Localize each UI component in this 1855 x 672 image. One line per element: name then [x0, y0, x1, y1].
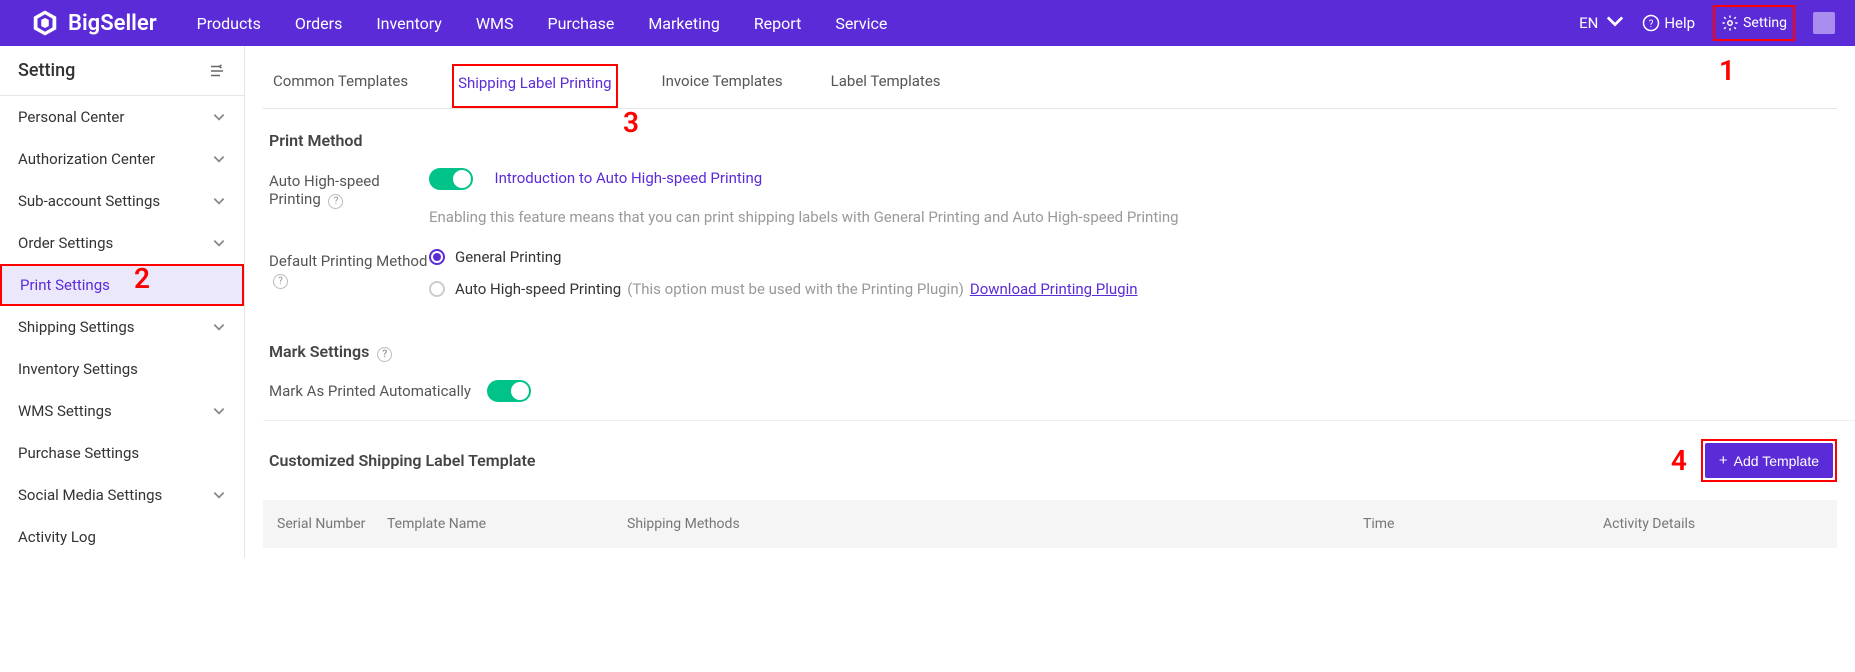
col-time: Time — [1363, 516, 1603, 532]
sidebar-item-label: Activity Log — [18, 528, 96, 546]
nav-purchase[interactable]: Purchase — [548, 14, 615, 33]
col-methods: Shipping Methods — [627, 516, 1363, 532]
template-table-header: Serial Number Template Name Shipping Met… — [263, 500, 1837, 548]
sidebar-item-label: Shipping Settings — [18, 318, 135, 336]
sidebar-title: Setting — [18, 60, 75, 81]
radio-icon — [429, 249, 445, 265]
sidebar-item-label: Social Media Settings — [18, 486, 162, 504]
divider — [263, 420, 1855, 421]
download-plugin-link[interactable]: Download Printing Plugin — [970, 280, 1138, 298]
mark-settings-title: Mark Settings — [269, 342, 369, 361]
help-icon: ? — [1642, 14, 1660, 32]
auto-printing-toggle[interactable] — [429, 168, 473, 190]
annotation-3: 3 — [623, 106, 639, 139]
svg-text:?: ? — [1649, 19, 1654, 30]
tab-label-templates[interactable]: Label Templates — [827, 64, 945, 108]
add-template-button[interactable]: + Add Template — [1705, 443, 1833, 478]
help-label: Help — [1664, 14, 1695, 32]
brand-icon — [30, 8, 60, 38]
settings-tabs: Common Templates Shipping Label Printing… — [263, 64, 1837, 109]
sidebar-item-inventory-settings[interactable]: Inventory Settings — [0, 348, 244, 390]
mark-auto-label: Mark As Printed Automatically — [269, 382, 471, 400]
radio-icon — [429, 281, 445, 297]
topbar-right: EN ? Help Setting — [1579, 5, 1835, 41]
chevron-down-icon — [1606, 12, 1624, 34]
sidebar-item-personal-center[interactable]: Personal Center — [0, 96, 244, 138]
collapse-icon[interactable] — [208, 62, 226, 80]
nav-service[interactable]: Service — [835, 14, 887, 33]
gear-icon — [1721, 14, 1739, 32]
annotation-2: 2 — [134, 262, 150, 295]
nav-wms[interactable]: WMS — [476, 14, 514, 33]
chevron-down-icon — [212, 488, 226, 502]
help-icon[interactable]: ? — [273, 274, 288, 289]
avatar[interactable] — [1813, 12, 1835, 34]
annotation-4: 4 — [1671, 444, 1687, 477]
sidebar-item-label: Sub-account Settings — [18, 192, 160, 210]
radio-label: General Printing — [455, 248, 561, 266]
print-method-title: Print Method — [269, 131, 1855, 150]
chevron-down-icon — [212, 110, 226, 124]
nav-marketing[interactable]: Marketing — [648, 14, 719, 33]
nav-inventory[interactable]: Inventory — [376, 14, 442, 33]
plus-icon: + — [1719, 452, 1728, 469]
col-serial: Serial Number — [277, 516, 387, 532]
radio-auto-printing[interactable]: Auto High-speed Printing (This option mu… — [429, 280, 1855, 298]
sidebar-item-label: Authorization Center — [18, 150, 155, 168]
lang-label: EN — [1579, 14, 1598, 32]
add-template-label: Add Template — [1734, 453, 1819, 469]
sidebar-item-subaccount-settings[interactable]: Sub-account Settings — [0, 180, 244, 222]
sidebar-item-shipping-settings[interactable]: Shipping Settings — [0, 306, 244, 348]
radio-general-printing[interactable]: General Printing — [429, 248, 1855, 266]
sidebar-item-label: WMS Settings — [18, 402, 112, 420]
chevron-down-icon — [212, 152, 226, 166]
mark-auto-toggle[interactable] — [487, 380, 531, 402]
sidebar-item-purchase-settings[interactable]: Purchase Settings — [0, 432, 244, 474]
sidebar-item-label: Print Settings — [20, 276, 110, 294]
sidebar-item-order-settings[interactable]: Order Settings — [0, 222, 244, 264]
col-details: Activity Details — [1603, 516, 1823, 532]
brand-text: BigSeller — [68, 11, 157, 36]
chevron-down-icon — [212, 236, 226, 250]
default-method-label: Default Printing Method — [269, 252, 427, 270]
nav-products[interactable]: Products — [197, 14, 261, 33]
sidebar-item-social-media-settings[interactable]: Social Media Settings — [0, 474, 244, 516]
auto-printing-desc: Enabling this feature means that you can… — [429, 208, 1855, 226]
sidebar: Setting Personal Center Authorization Ce… — [0, 46, 245, 558]
auto-printing-hint: (This option must be used with the Print… — [627, 280, 964, 298]
sidebar-item-label: Inventory Settings — [18, 360, 138, 378]
setting-label: Setting — [1743, 15, 1787, 31]
help-icon[interactable]: ? — [377, 347, 392, 362]
chevron-down-icon — [212, 404, 226, 418]
main-nav: Products Orders Inventory WMS Purchase M… — [197, 14, 1579, 33]
col-name: Template Name — [387, 516, 627, 532]
sidebar-item-print-settings[interactable]: Print Settings 2 — [0, 264, 244, 306]
topbar: BigSeller Products Orders Inventory WMS … — [0, 0, 1855, 46]
sidebar-item-label: Order Settings — [18, 234, 113, 252]
sidebar-item-label: Personal Center — [18, 108, 124, 126]
sidebar-item-activity-log[interactable]: Activity Log — [0, 516, 244, 558]
nav-report[interactable]: Report — [754, 14, 802, 33]
sidebar-item-wms-settings[interactable]: WMS Settings — [0, 390, 244, 432]
brand-logo[interactable]: BigSeller — [30, 8, 157, 38]
help-link[interactable]: ? Help — [1642, 14, 1695, 32]
radio-label: Auto High-speed Printing — [455, 280, 621, 298]
sidebar-item-authorization-center[interactable]: Authorization Center — [0, 138, 244, 180]
sidebar-header: Setting — [0, 46, 244, 96]
tab-shipping-label-printing[interactable]: Shipping Label Printing — [452, 64, 617, 108]
nav-orders[interactable]: Orders — [295, 14, 342, 33]
chevron-down-icon — [212, 320, 226, 334]
setting-link[interactable]: Setting — [1713, 5, 1795, 41]
lang-selector[interactable]: EN — [1579, 12, 1624, 34]
sidebar-item-label: Purchase Settings — [18, 444, 139, 462]
chevron-down-icon — [212, 194, 226, 208]
tab-common-templates[interactable]: Common Templates — [269, 64, 412, 108]
tab-invoice-templates[interactable]: Invoice Templates — [658, 64, 787, 108]
custom-template-title: Customized Shipping Label Template — [269, 451, 535, 470]
auto-printing-label: Auto High-speed Printing — [269, 172, 380, 208]
main-content: Common Templates Shipping Label Printing… — [245, 46, 1855, 558]
intro-auto-printing-link[interactable]: Introduction to Auto High-speed Printing — [494, 169, 762, 187]
help-icon[interactable]: ? — [328, 194, 343, 209]
